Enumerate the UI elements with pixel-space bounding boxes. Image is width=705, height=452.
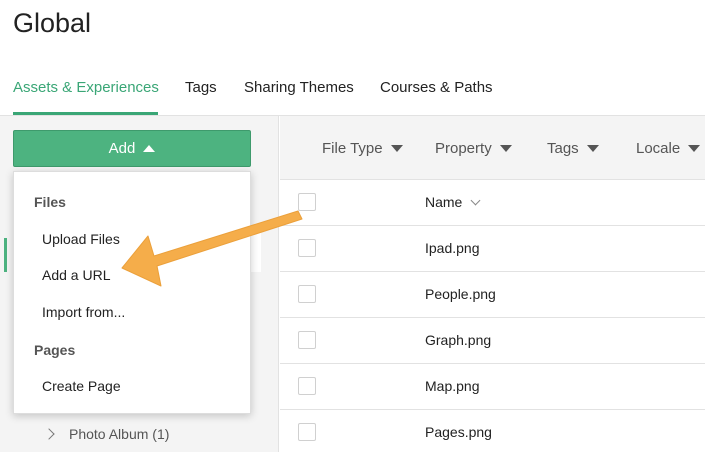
add-button[interactable]: Add: [13, 130, 251, 167]
caret-down-icon: [688, 145, 701, 152]
filter-label: File Type: [322, 140, 383, 157]
add-button-label: Add: [108, 140, 136, 157]
table-row[interactable]: Map.png: [280, 364, 705, 410]
filter-label: Locale: [636, 140, 681, 157]
menu-item-create-page[interactable]: Create Page: [42, 378, 121, 394]
table-row[interactable]: Ipad.png: [280, 226, 705, 272]
row-checkbox[interactable]: [298, 423, 316, 441]
row-checkbox[interactable]: [298, 285, 316, 303]
row-checkbox[interactable]: [298, 331, 316, 349]
caret-down-icon: [586, 145, 599, 152]
chevron-down-icon: [470, 195, 481, 205]
add-dropdown-menu: Files Upload Files Add a URL Import from…: [13, 171, 251, 414]
menu-heading-files: Files: [34, 194, 66, 210]
selected-item-indicator: [4, 238, 7, 272]
asset-table: Name Ipad.png People.png Graph.png Map.p…: [280, 180, 705, 452]
file-name[interactable]: Map.png: [425, 378, 479, 394]
caret-down-icon: [390, 145, 403, 152]
active-tab-indicator: [13, 112, 158, 115]
row-checkbox[interactable]: [298, 377, 316, 395]
caret-up-icon: [143, 145, 156, 152]
chevron-right-icon: [43, 428, 55, 440]
tab-bar: Assets & Experiences Tags Sharing Themes…: [0, 72, 705, 116]
tab-assets-experiences[interactable]: Assets & Experiences: [13, 79, 159, 96]
name-column-label: Name: [425, 194, 463, 210]
file-name[interactable]: People.png: [425, 286, 496, 302]
menu-item-import-from[interactable]: Import from...: [42, 304, 125, 320]
row-checkbox[interactable]: [298, 239, 316, 257]
menu-item-add-url[interactable]: Add a URL: [42, 267, 110, 283]
filter-locale[interactable]: Locale: [636, 140, 701, 157]
file-name[interactable]: Graph.png: [425, 332, 491, 348]
selected-item-background: [251, 232, 261, 272]
sidebar-item-label: Photo Album (1): [69, 426, 170, 442]
filter-property[interactable]: Property: [435, 140, 512, 157]
menu-item-upload-files[interactable]: Upload Files: [42, 231, 120, 247]
file-name[interactable]: Ipad.png: [425, 240, 480, 256]
filter-file-type[interactable]: File Type: [322, 140, 403, 157]
filter-label: Tags: [547, 140, 579, 157]
filter-bar: File Type Property Tags Locale: [280, 116, 705, 180]
select-all-checkbox[interactable]: [298, 193, 316, 211]
table-row[interactable]: Pages.png: [280, 410, 705, 452]
table-row[interactable]: Graph.png: [280, 318, 705, 364]
menu-heading-pages: Pages: [34, 342, 76, 358]
caret-down-icon: [499, 145, 512, 152]
tab-courses-paths[interactable]: Courses & Paths: [380, 79, 493, 96]
filter-label: Property: [435, 140, 492, 157]
table-row[interactable]: People.png: [280, 272, 705, 318]
tab-tags[interactable]: Tags: [185, 79, 217, 96]
sidebar-item-photo-album[interactable]: Photo Album (1): [43, 426, 170, 442]
filter-tags[interactable]: Tags: [547, 140, 599, 157]
table-header-row: Name: [280, 180, 705, 226]
file-name[interactable]: Pages.png: [425, 424, 492, 440]
tab-sharing-themes[interactable]: Sharing Themes: [244, 79, 354, 96]
name-column-header[interactable]: Name: [425, 194, 481, 210]
page-title: Global: [13, 8, 92, 38]
